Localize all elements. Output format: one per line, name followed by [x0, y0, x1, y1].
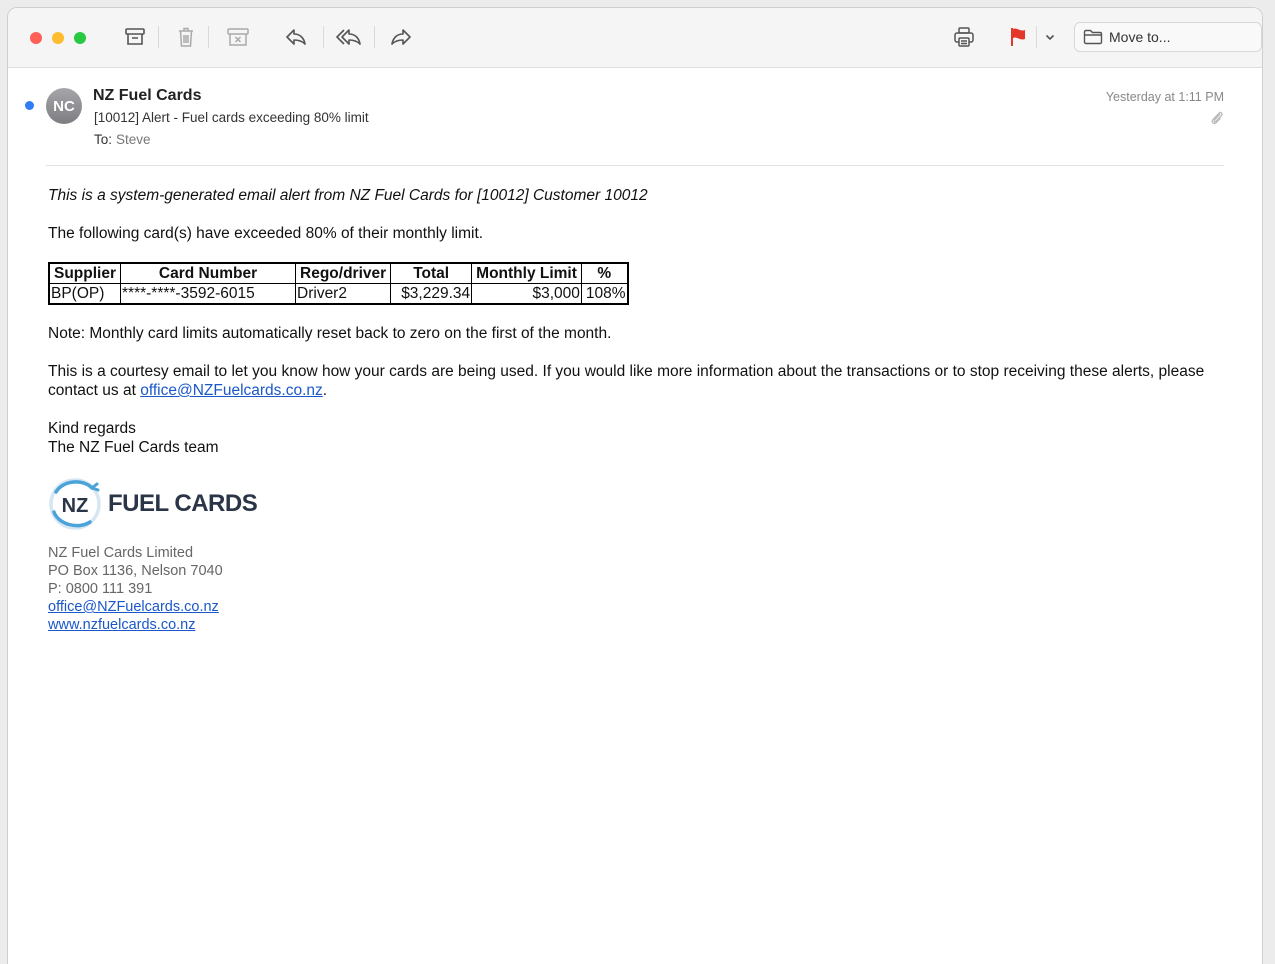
intro-text: This is a system-generated email alert f… — [48, 187, 648, 204]
signature-block: NZ Fuel Cards Limited PO Box 1136, Nelso… — [48, 544, 1238, 634]
forward-button[interactable] — [385, 23, 417, 51]
column-header: Monthly Limit — [471, 262, 582, 284]
flag-menu-button[interactable] — [1036, 23, 1064, 51]
chevron-down-icon — [1045, 34, 1055, 40]
logo-nz-text: NZ — [62, 495, 89, 517]
move-to-button[interactable]: Move to... — [1074, 22, 1262, 52]
company-address: PO Box 1136, Nelson 7040 — [48, 563, 223, 579]
column-header: Supplier — [48, 262, 122, 284]
courtesy-paragraph: This is a courtesy email to let you know… — [48, 362, 1238, 400]
message-header: NC NZ Fuel Cards [10012] Alert - Fuel ca… — [8, 68, 1262, 168]
unread-indicator — [25, 101, 34, 110]
company-logo: NZ FUEL CARDS — [48, 476, 1238, 530]
archive-button[interactable] — [119, 23, 151, 51]
message-body: This is a system-generated email alert f… — [48, 186, 1238, 634]
flag-icon — [1011, 28, 1025, 46]
toolbar-separator — [374, 26, 375, 48]
paperclip-icon[interactable] — [1210, 110, 1224, 126]
logo-wordmark: FUEL CARDS — [108, 489, 258, 517]
printer-icon — [954, 27, 974, 47]
toolbar-separator — [323, 26, 324, 48]
courtesy-end: . — [322, 382, 328, 399]
junk-button[interactable] — [222, 23, 254, 51]
total-cell: $3,229.34 — [390, 283, 473, 305]
contact-email-link[interactable]: office@NZFuelcards.co.nz — [140, 382, 323, 399]
exceeded-text: The following card(s) have exceeded 80% … — [48, 225, 484, 242]
recipient-name[interactable]: Steve — [116, 132, 151, 147]
mail-window: Move to... NC NZ Fuel Cards [10012] Aler… — [7, 7, 1263, 964]
toolbar: Move to... — [8, 8, 1262, 68]
company-phone: P: 0800 111 391 — [48, 581, 153, 597]
logo-mark: NZ — [49, 478, 101, 530]
reply-all-icon — [336, 29, 361, 45]
print-button[interactable] — [948, 23, 980, 51]
company-name: NZ Fuel Cards Limited — [48, 545, 194, 561]
toolbar-separator — [158, 26, 159, 48]
move-to-label: Move to... — [1109, 29, 1171, 45]
message-subject: [10012] Alert - Fuel cards exceeding 80%… — [94, 110, 369, 125]
close-window-button[interactable] — [30, 32, 42, 44]
reply-button[interactable] — [280, 23, 312, 51]
flag-button[interactable] — [1002, 23, 1034, 51]
column-header: Card Number — [120, 262, 297, 284]
forward-icon — [391, 29, 411, 45]
table-row: BP(OP) ****-****-3592-6015 Driver2 $3,22… — [48, 283, 629, 305]
to-label: To: — [94, 132, 113, 147]
reply-all-button[interactable] — [333, 23, 365, 51]
message-date: Yesterday at 1:11 PM — [1105, 90, 1224, 104]
zoom-window-button[interactable] — [74, 32, 86, 44]
supplier-cell: BP(OP) — [48, 283, 122, 305]
rego-driver-cell: Driver2 — [295, 283, 392, 305]
team-text: The NZ Fuel Cards team — [48, 439, 219, 456]
regards-text: Kind regards — [48, 420, 136, 437]
archive-icon — [125, 28, 145, 45]
monthly-limit-cell: $3,000 — [471, 283, 582, 305]
junk-icon — [227, 28, 249, 46]
sender-name[interactable]: NZ Fuel Cards — [93, 87, 201, 105]
flag-shape — [1011, 28, 1025, 46]
signature-email-link[interactable]: office@NZFuelcards.co.nz — [48, 599, 219, 615]
reply-icon — [286, 29, 306, 45]
delete-button[interactable] — [170, 23, 202, 51]
column-header: % — [580, 262, 629, 284]
table-header-row: Supplier Card Number Rego/driver Total M… — [48, 262, 629, 284]
avatar: NC — [46, 88, 82, 124]
percent-cell: 108% — [580, 283, 629, 305]
header-divider — [46, 165, 1224, 166]
column-header: Rego/driver — [295, 262, 392, 284]
card-number-cell: ****-****-3592-6015 — [120, 283, 297, 305]
minimize-window-button[interactable] — [52, 32, 64, 44]
website-link[interactable]: www.nzfuelcards.co.nz — [48, 617, 195, 633]
folder-icon — [1083, 29, 1103, 45]
cards-table: Supplier Card Number Rego/driver Total M… — [48, 262, 629, 305]
trash-icon — [179, 27, 193, 47]
toolbar-separator — [208, 26, 209, 48]
column-header: Total — [390, 262, 473, 284]
recipient-line: To: Steve — [94, 132, 151, 147]
note-text: Note: Monthly card limits automatically … — [48, 325, 612, 342]
